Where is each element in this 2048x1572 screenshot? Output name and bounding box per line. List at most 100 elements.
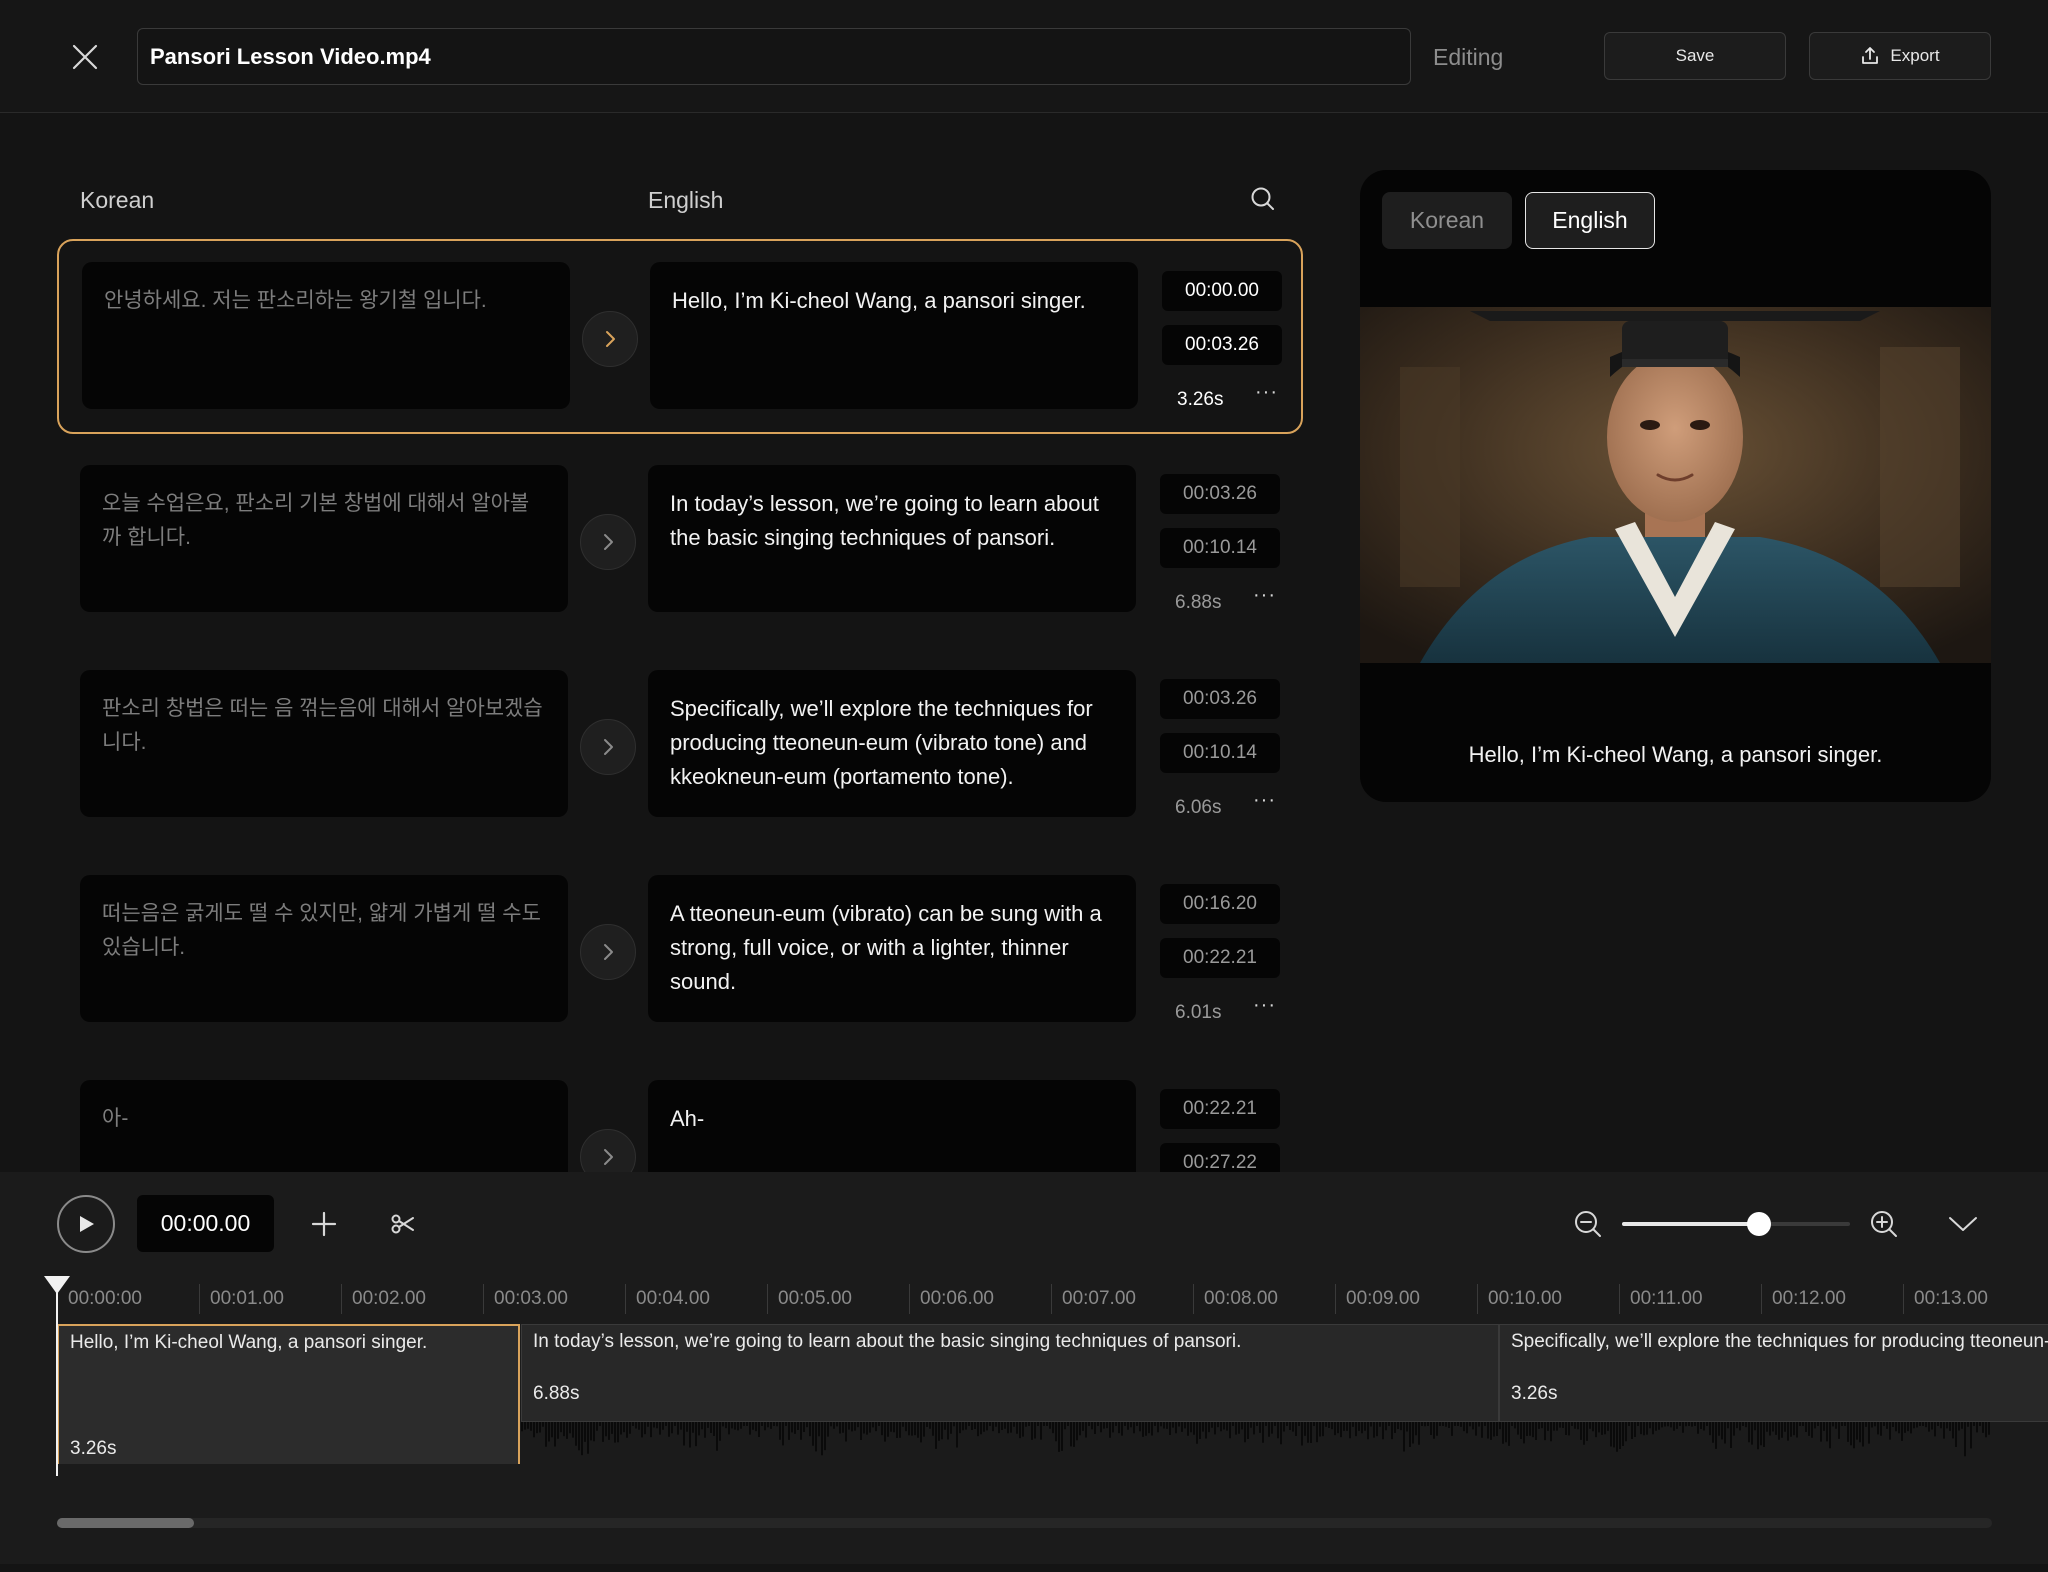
ruler-tick: 00:07.00 — [1051, 1284, 1136, 1314]
search-icon — [1251, 187, 1274, 210]
translate-button[interactable] — [580, 1129, 636, 1172]
start-time[interactable]: 00:00.00 — [1162, 271, 1282, 311]
more-options-button[interactable]: ··· — [1253, 584, 1276, 607]
ruler-tick: 00:13.00 — [1903, 1284, 1988, 1314]
korean-text-field[interactable]: 아- — [80, 1080, 568, 1172]
zoom-slider[interactable] — [1622, 1212, 1850, 1236]
timeline-scrollbar[interactable] — [57, 1518, 1992, 1528]
english-text-field[interactable]: Hello, I’m Ki-cheol Wang, a pansori sing… — [650, 262, 1138, 409]
translate-button[interactable] — [580, 514, 636, 570]
timeline-clip-2[interactable]: In today’s lesson, we’re going to learn … — [521, 1324, 1499, 1422]
chevron-right-icon — [604, 1149, 613, 1165]
ruler-tick: 00:12.00 — [1761, 1284, 1846, 1314]
preview-caption: Hello, I’m Ki-cheol Wang, a pansori sing… — [1468, 742, 1883, 767]
translate-button[interactable] — [580, 719, 636, 775]
korean-text-field[interactable]: 판소리 창법은 떠는 음 꺾는음에 대해서 알아보겠습니다. — [80, 670, 568, 817]
start-time[interactable]: 00:03.26 — [1160, 679, 1280, 719]
ruler-tick: 00:09.00 — [1335, 1284, 1420, 1314]
duration-label: 6.06s — [1175, 797, 1222, 818]
english-text-field[interactable]: Specifically, we’ll explore the techniqu… — [648, 670, 1136, 817]
top-bar: Pansori Lesson Video.mp4 Editing Save Ex… — [0, 0, 2048, 113]
scrollbar-thumb[interactable] — [57, 1518, 194, 1528]
collapse-timeline-button[interactable] — [1945, 1206, 1981, 1242]
file-name: Pansori Lesson Video.mp4 — [150, 43, 431, 69]
export-label: Export — [1890, 46, 1940, 65]
play-button[interactable] — [57, 1195, 115, 1253]
split-button[interactable] — [385, 1206, 421, 1242]
end-time[interactable]: 00:10.14 — [1160, 733, 1280, 773]
subtitle-track: Hello, I’m Ki-cheol Wang, a pansori sing… — [0, 1324, 2048, 1464]
scissors-icon — [391, 1214, 414, 1234]
subtitle-row-4[interactable]: 떠는음은 굵게도 떨 수 있지만, 얇게 가볍게 떨 수도 있습니다. A tt… — [57, 854, 1303, 1049]
end-time[interactable]: 00:03.26 — [1162, 325, 1282, 365]
subtitle-row-3[interactable]: 판소리 창법은 떠는 음 꺾는음에 대해서 알아보겠습니다. Specifica… — [57, 649, 1303, 844]
export-icon — [1862, 47, 1879, 64]
clip-duration: 3.26s — [1511, 1383, 1558, 1404]
end-time[interactable]: 00:27.22 — [1160, 1143, 1280, 1172]
save-label: Save — [1675, 46, 1715, 65]
play-icon — [80, 1216, 94, 1232]
ruler-tick: 00:01.00 — [199, 1284, 284, 1314]
zoom-out-button[interactable] — [1570, 1206, 1606, 1242]
duration-label: 6.01s — [1175, 1002, 1222, 1023]
zoom-out-icon — [1575, 1211, 1601, 1237]
file-name-input[interactable]: Pansori Lesson Video.mp4 — [137, 28, 1411, 85]
subtitle-list: 안녕하세요. 저는 판소리하는 왕기철 입니다. Hello, I’m Ki-c… — [0, 230, 1320, 1172]
timeline-clip-1[interactable]: Hello, I’m Ki-cheol Wang, a pansori sing… — [57, 1324, 520, 1464]
ruler-tick: 00:11.00 — [1619, 1284, 1703, 1314]
video-frame[interactable] — [1360, 307, 1991, 663]
ruler-tick: 00:10.00 — [1477, 1284, 1562, 1314]
end-time[interactable]: 00:22.21 — [1160, 938, 1280, 978]
subtitle-row-1[interactable]: 안녕하세요. 저는 판소리하는 왕기철 입니다. Hello, I’m Ki-c… — [57, 239, 1303, 434]
time-ruler[interactable]: 00:00:00 00:01.00 00:02.00 00:03.00 00:04.00… — [57, 1284, 2048, 1314]
ruler-tick: 00:06.00 — [909, 1284, 994, 1314]
chevron-right-icon — [606, 331, 615, 347]
chevron-right-icon — [604, 944, 613, 960]
translate-button[interactable] — [582, 311, 638, 367]
more-options-button[interactable]: ··· — [1255, 381, 1278, 404]
search-button[interactable] — [1248, 184, 1278, 214]
save-button[interactable]: Save — [1604, 32, 1786, 80]
english-text-field[interactable]: A tteoneun-eum (vibrato) can be sung wit… — [648, 875, 1136, 1022]
clip-duration: 3.26s — [70, 1438, 117, 1459]
preview-tab-korean[interactable]: Korean — [1382, 192, 1512, 249]
zoom-in-button[interactable] — [1866, 1206, 1902, 1242]
plus-icon — [311, 1211, 337, 1237]
subtitle-row-2[interactable]: 오늘 수업은요, 판소리 기본 창법에 대해서 알아볼까 합니다. In tod… — [57, 444, 1303, 639]
start-time[interactable]: 00:16.20 — [1160, 884, 1280, 924]
translate-button[interactable] — [580, 924, 636, 980]
current-time-display: 00:00.00 — [137, 1195, 274, 1252]
korean-text-field[interactable]: 오늘 수업은요, 판소리 기본 창법에 대해서 알아볼까 합니다. — [80, 465, 568, 612]
target-language-header: English — [648, 187, 724, 213]
ruler-tick: 00:04.00 — [625, 1284, 710, 1314]
timeline-clip-3[interactable]: Specifically, we’ll explore the techniqu… — [1499, 1324, 2048, 1422]
korean-text-field[interactable]: 안녕하세요. 저는 판소리하는 왕기철 입니다. — [82, 262, 570, 409]
add-segment-button[interactable] — [306, 1206, 342, 1242]
more-options-button[interactable]: ··· — [1253, 994, 1276, 1017]
korean-text-field[interactable]: 떠는음은 굵게도 떨 수 있지만, 얇게 가볍게 떨 수도 있습니다. — [80, 875, 568, 1022]
zoom-in-icon — [1871, 1211, 1897, 1237]
close-button[interactable] — [62, 34, 108, 80]
start-time[interactable]: 00:22.21 — [1160, 1089, 1280, 1129]
more-options-button[interactable]: ··· — [1253, 789, 1276, 812]
clip-text: In today’s lesson, we’re going to learn … — [533, 1331, 1242, 1352]
english-text-field[interactable]: In today’s lesson, we’re going to learn … — [648, 465, 1136, 612]
clip-duration: 6.88s — [533, 1383, 580, 1404]
timeline-panel: 00:00.00 00:00:00 00:01.00 00:02.00 00:03.0… — [0, 1172, 2048, 1564]
zoom-slider-thumb[interactable] — [1746, 1212, 1771, 1236]
end-time[interactable]: 00:10.14 — [1160, 528, 1280, 568]
subtitle-row-5[interactable]: 아- Ah- 00:22.21 00:27.22 — [57, 1059, 1303, 1172]
preview-tab-english[interactable]: English — [1525, 192, 1655, 249]
ruler-tick: 00:02.00 — [341, 1284, 426, 1314]
ruler-tick: 00:08.00 — [1193, 1284, 1278, 1314]
clip-text: Hello, I’m Ki-cheol Wang, a pansori sing… — [70, 1332, 428, 1353]
chevron-right-icon — [604, 534, 613, 550]
clip-text: Specifically, we’ll explore the techniqu… — [1511, 1331, 2048, 1352]
duration-label: 6.88s — [1175, 592, 1222, 613]
start-time[interactable]: 00:03.26 — [1160, 474, 1280, 514]
video-preview-panel: Korean English Hello, I’m Ki-cheol Wang,… — [1360, 170, 1991, 802]
export-button[interactable]: Export — [1809, 32, 1991, 80]
source-language-header: Korean — [80, 187, 155, 213]
chevron-right-icon — [604, 739, 613, 755]
english-text-field[interactable]: Ah- — [648, 1080, 1136, 1172]
